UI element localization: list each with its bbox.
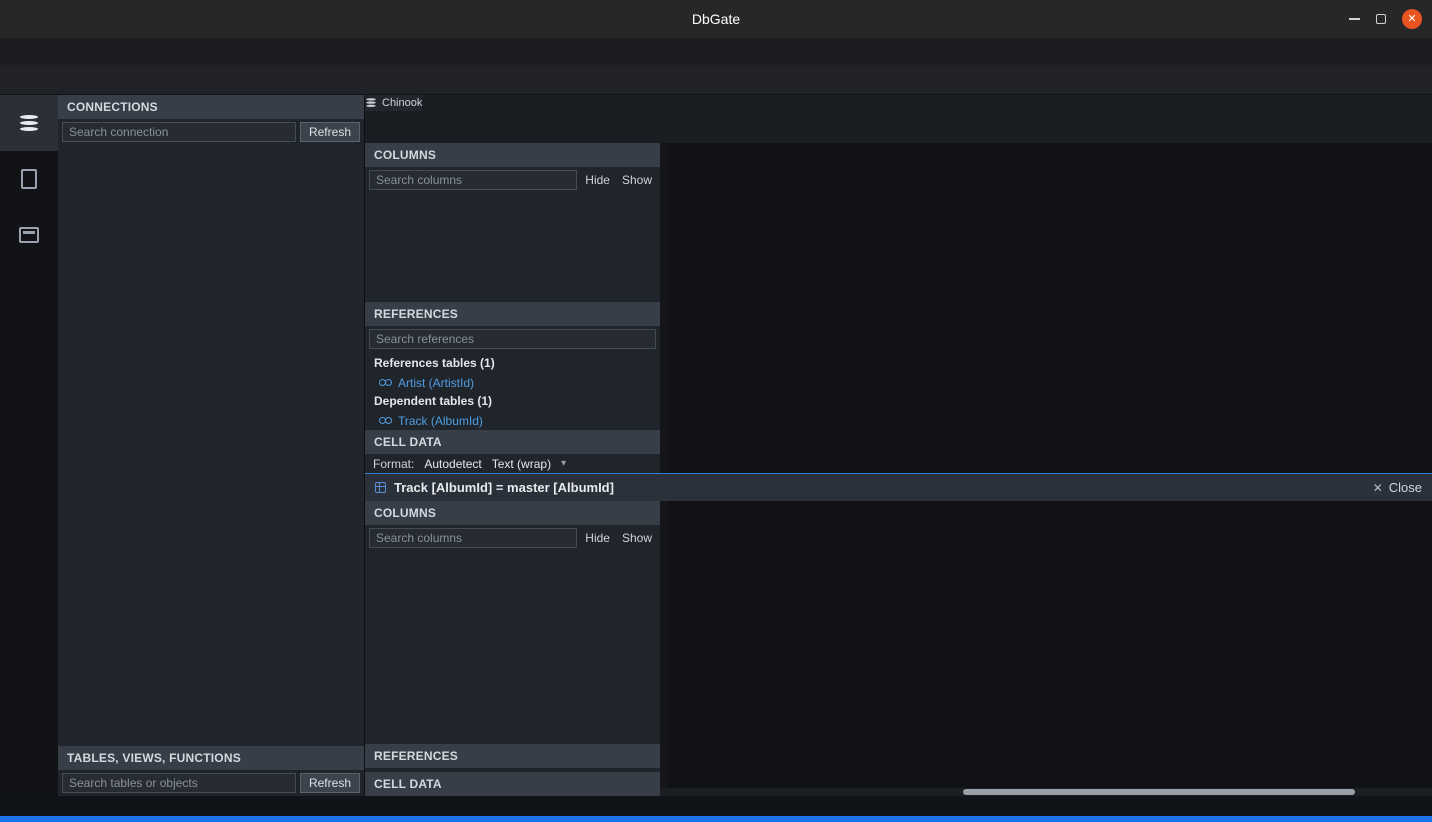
track-section: COLUMNS Hide Show REFERENCES CELL DATA bbox=[365, 501, 1432, 796]
titlebar: DbGate ✕ bbox=[0, 0, 1432, 38]
format-label: Format: bbox=[373, 457, 414, 471]
close-reference-pane-button[interactable]: ✕ Close bbox=[1373, 480, 1422, 495]
tabs bbox=[365, 111, 422, 143]
hide-columns-button[interactable]: Hide bbox=[581, 171, 614, 189]
format-autodetect-select[interactable]: Autodetect bbox=[424, 457, 481, 471]
dependent-tables-label: Dependent tables (1) bbox=[365, 392, 660, 411]
columns-section-header[interactable]: COLUMNS bbox=[365, 501, 660, 525]
columns-search-row: Hide Show bbox=[365, 525, 660, 551]
toolbar bbox=[0, 65, 1432, 95]
show-columns-button[interactable]: Show bbox=[618, 529, 656, 547]
file-icon bbox=[21, 169, 37, 189]
hide-columns-button[interactable]: Hide bbox=[581, 529, 614, 547]
references-section-header[interactable]: REFERENCES bbox=[365, 302, 660, 326]
reference-link-icon bbox=[379, 416, 392, 425]
reference-pane-header: Track [AlbumId] = master [AlbumId] ✕ Clo… bbox=[365, 473, 1432, 501]
status-accent-strip bbox=[0, 816, 1432, 822]
close-button[interactable]: ✕ bbox=[1402, 9, 1422, 29]
tab-group: Chinook bbox=[365, 95, 422, 143]
database-icon bbox=[366, 98, 376, 108]
tables-search-row: Refresh bbox=[58, 770, 364, 796]
table-icon bbox=[375, 482, 386, 493]
maximize-button[interactable] bbox=[1376, 14, 1386, 24]
references-search-row bbox=[365, 326, 660, 352]
cell-data-format-row: Format: Autodetect Text (wrap) ▾ bbox=[365, 454, 660, 473]
menu-bar bbox=[0, 38, 1432, 65]
sidebar-database-button[interactable] bbox=[0, 95, 58, 151]
columns-search-row: Hide Show bbox=[365, 167, 660, 193]
status-bar bbox=[0, 796, 1432, 816]
sidebar-files-button[interactable] bbox=[0, 151, 58, 207]
track-grid-wrap bbox=[660, 501, 1432, 796]
search-columns-input[interactable] bbox=[369, 528, 577, 548]
album-columns-list bbox=[365, 193, 660, 302]
connections-tree bbox=[58, 145, 364, 746]
reference-link-icon bbox=[379, 378, 392, 387]
close-icon: ✕ bbox=[1373, 481, 1383, 495]
track-grid bbox=[668, 501, 1432, 788]
reference-pane-title: Track [AlbumId] = master [AlbumId] bbox=[394, 480, 614, 495]
references-list: References tables (1) Artist (ArtistId) … bbox=[365, 352, 660, 430]
dbgate-window: DbGate ✕ CONNECTIONS Refresh TABLES, VIE… bbox=[0, 0, 1432, 822]
track-grid-hscroll bbox=[660, 788, 1432, 796]
columns-section-header[interactable]: COLUMNS bbox=[365, 143, 660, 167]
search-columns-input[interactable] bbox=[369, 170, 577, 190]
cell-data-section-header[interactable]: CELL DATA bbox=[365, 430, 660, 454]
search-tables-input[interactable] bbox=[62, 773, 296, 793]
album-manager-panel: COLUMNS Hide Show REFERENCES References … bbox=[365, 143, 660, 473]
close-label: Close bbox=[1389, 480, 1422, 495]
search-references-input[interactable] bbox=[369, 329, 656, 349]
track-manager-panel: COLUMNS Hide Show REFERENCES CELL DATA bbox=[365, 501, 660, 796]
show-columns-button[interactable]: Show bbox=[618, 171, 656, 189]
track-columns-list bbox=[365, 551, 660, 744]
tables-section-header: TABLES, VIEWS, FUNCTIONS bbox=[58, 746, 364, 770]
format-mode-select[interactable]: Text (wrap) bbox=[492, 457, 551, 471]
cell-data-section-header[interactable]: CELL DATA bbox=[365, 772, 660, 796]
album-section: COLUMNS Hide Show REFERENCES References … bbox=[365, 143, 1432, 473]
database-icon bbox=[20, 115, 38, 132]
references-tables-label: References tables (1) bbox=[365, 354, 660, 373]
chevron-down-icon: ▾ bbox=[561, 458, 566, 469]
left-icon-bar bbox=[0, 95, 58, 796]
tab-group-database-name: Chinook bbox=[382, 97, 422, 109]
window-controls: ✕ bbox=[1349, 0, 1422, 38]
reference-link-track[interactable]: Track (AlbumId) bbox=[365, 411, 660, 430]
archive-icon bbox=[19, 227, 39, 243]
connections-header: CONNECTIONS bbox=[58, 95, 364, 119]
window-title: DbGate bbox=[692, 11, 740, 27]
sidebar-archive-button[interactable] bbox=[0, 207, 58, 263]
connections-search-row: Refresh bbox=[58, 119, 364, 145]
references-section-header[interactable]: REFERENCES bbox=[365, 744, 660, 768]
search-connection-input[interactable] bbox=[62, 122, 296, 142]
left-panel: CONNECTIONS Refresh TABLES, VIEWS, FUNCT… bbox=[58, 95, 365, 796]
minimize-button[interactable] bbox=[1349, 18, 1360, 20]
refresh-connections-button[interactable]: Refresh bbox=[300, 122, 360, 142]
tab-group-label: Chinook bbox=[365, 95, 422, 111]
content-area: Chinook COLUMNS Hide Show REFERENCES bbox=[365, 95, 1432, 796]
reference-link-artist[interactable]: Artist (ArtistId) bbox=[365, 373, 660, 392]
album-grid bbox=[668, 143, 1432, 473]
tab-strip: Chinook bbox=[365, 95, 1432, 143]
refresh-tables-button[interactable]: Refresh bbox=[300, 773, 360, 793]
horizontal-scrollbar[interactable] bbox=[963, 789, 1355, 795]
main-area: CONNECTIONS Refresh TABLES, VIEWS, FUNCT… bbox=[0, 95, 1432, 796]
reference-link-label: Track (AlbumId) bbox=[398, 414, 483, 428]
reference-link-label: Artist (ArtistId) bbox=[398, 376, 474, 390]
